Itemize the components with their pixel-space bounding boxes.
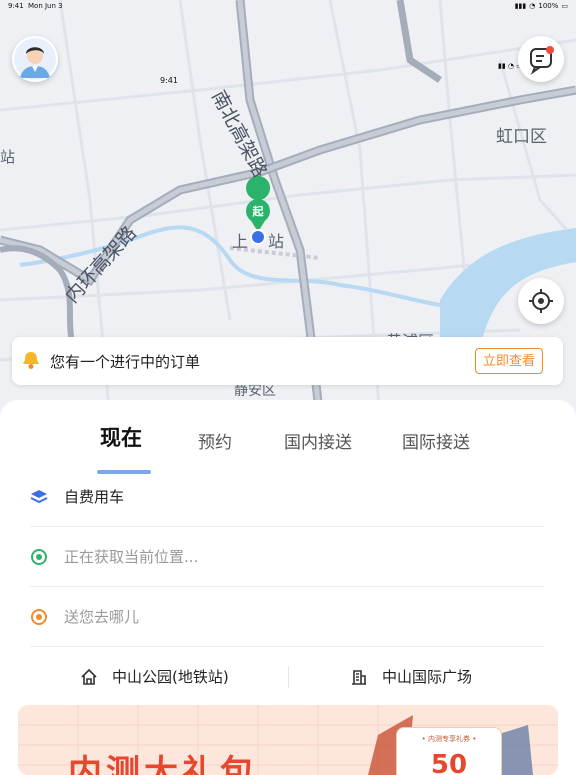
destination-placeholder: 送您去哪儿 (64, 608, 140, 626)
bell-icon (22, 350, 40, 374)
status-indicators: ▮▮▮ ◔ 100% ▭ (515, 2, 568, 10)
coupon-title: • 内测专享礼券 • (421, 735, 477, 743)
battery-text: 100% (538, 2, 559, 10)
ride-type-label: 自费用车 (64, 488, 125, 506)
promo-title: 内测大礼包 (68, 753, 258, 775)
station-label-right: 站 (268, 232, 285, 251)
status-date: Mon Jun 3 (28, 2, 63, 10)
avatar-icon (14, 38, 56, 80)
start-marker-label: 起 (252, 205, 264, 218)
coupon-value: 50 (430, 750, 468, 775)
tab-reserve[interactable]: 预约 (198, 428, 232, 453)
chat-button[interactable] (518, 36, 564, 82)
status-bar: 9:41 Mon Jun 3 ▮▮▮ ◔ 100% ▭ (8, 2, 568, 14)
station-label-left: 上 (232, 232, 249, 251)
quick-destinations: 中山公园(地铁站) 中山国际广场 (0, 662, 576, 692)
district-hongkou: 虹口区 (496, 127, 547, 147)
inner-status-time: 9:41 (160, 76, 178, 85)
status-time: 9:41 (8, 2, 24, 10)
ongoing-order-bar[interactable]: 您有一个进行中的订单 立即查看 (12, 337, 563, 385)
view-now-button[interactable]: 立即查看 (475, 348, 543, 374)
tab-now[interactable]: 现在 (100, 422, 142, 452)
origin-row[interactable]: 正在获取当前位置... (30, 528, 544, 587)
avatar-button[interactable] (12, 36, 58, 82)
tab-international-transfer[interactable]: 国际接送 (402, 428, 470, 453)
locate-icon (529, 289, 553, 313)
edge-label: 站 (0, 148, 16, 166)
signal-icon: ▮▮▮ (514, 2, 527, 10)
home-icon (80, 668, 98, 690)
booking-panel: 现在 预约 国内接送 国际接送 自费用车 正在获取当前位置... 送您去哪儿 中… (0, 400, 576, 775)
chat-icon (530, 46, 554, 75)
quick-divider (288, 666, 289, 688)
building-icon (350, 668, 368, 690)
destination-dot-icon (31, 609, 47, 625)
layers-icon (30, 490, 48, 504)
tab-bar: 现在 预约 国内接送 国际接送 (0, 422, 576, 474)
wifi-icon: ◔ (529, 2, 536, 10)
battery-icon: ▭ (561, 2, 568, 10)
promo-banner[interactable]: 内测大礼包 • 内测专享礼券 • 50 (18, 705, 558, 775)
origin-placeholder: 正在获取当前位置... (64, 548, 199, 566)
locate-button[interactable] (518, 278, 564, 324)
origin-dot-icon (31, 549, 47, 565)
ongoing-order-text: 您有一个进行中的订单 (50, 353, 201, 371)
destination-row[interactable]: 送您去哪儿 (30, 588, 544, 647)
ride-type-row[interactable]: 自费用车 (30, 468, 544, 527)
quick-destination-home[interactable]: 中山公园(地铁站) (112, 666, 229, 687)
quick-destination-work[interactable]: 中山国际广场 (382, 666, 472, 687)
tab-domestic-transfer[interactable]: 国内接送 (284, 428, 352, 453)
